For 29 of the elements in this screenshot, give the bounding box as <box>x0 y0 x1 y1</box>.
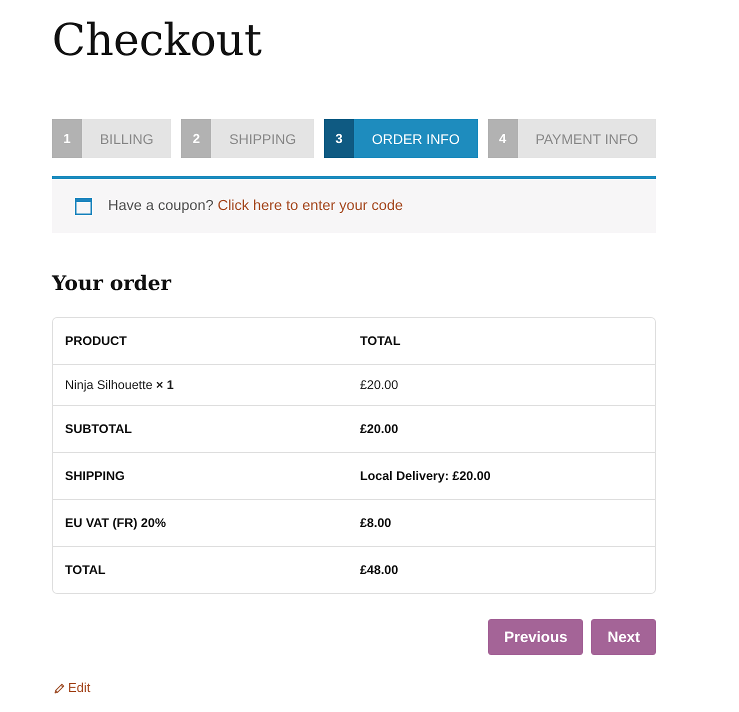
section-heading: Your order <box>52 270 172 297</box>
summary-value: £48.00 <box>348 546 655 593</box>
summary-label: TOTAL <box>53 546 348 593</box>
next-button[interactable]: Next <box>591 619 656 655</box>
previous-button[interactable]: Previous <box>488 619 584 655</box>
price-cell: £20.00 <box>348 364 655 406</box>
step-tab[interactable]: 4 PAYMENT INFO <box>488 119 656 158</box>
column-header: PRODUCT <box>53 318 348 364</box>
coupon-link[interactable]: Click here to enter your code <box>218 198 403 214</box>
summary-value: Local Delivery: £20.00 <box>348 452 655 500</box>
step-number: 4 <box>488 119 518 158</box>
edit-link[interactable]: Edit <box>54 679 90 697</box>
summary-label: SUBTOTAL <box>53 406 348 452</box>
pencil-icon <box>54 682 65 694</box>
step-number: 2 <box>181 119 212 158</box>
product-cell: Ninja Silhouette × 1 <box>53 364 348 406</box>
step-tab[interactable]: 2 SHIPPING <box>181 119 314 158</box>
summary-label: SHIPPING <box>53 452 348 500</box>
summary-value: £8.00 <box>348 500 655 546</box>
page-title: Checkout <box>52 14 262 68</box>
step-tab[interactable]: 1 BILLING <box>52 119 172 158</box>
column-header: TOTAL <box>348 318 655 364</box>
coupon-prompt: Have a coupon? <box>108 198 214 214</box>
step-tab[interactable]: 3 ORDER INFO <box>324 119 478 158</box>
step-number: 3 <box>324 119 354 158</box>
window-icon <box>75 198 92 214</box>
summary-value: £20.00 <box>348 406 655 452</box>
step-number: 1 <box>52 119 82 158</box>
summary-label: EU VAT (FR) 20% <box>53 500 348 546</box>
